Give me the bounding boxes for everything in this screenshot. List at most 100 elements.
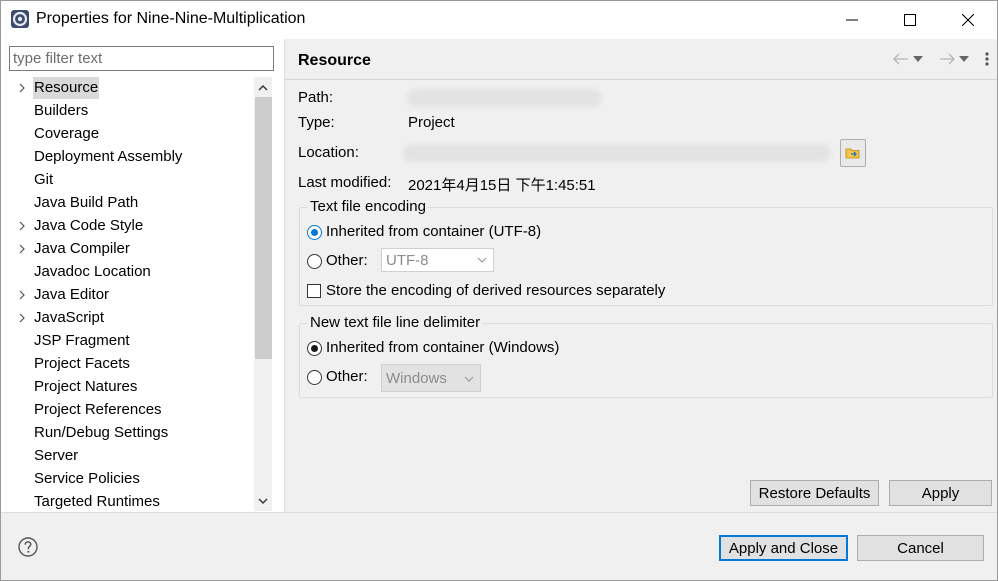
- chevron-right-icon[interactable]: [17, 77, 27, 99]
- tree-item[interactable]: Java Code Style: [9, 215, 253, 237]
- tree-item[interactable]: Java Compiler: [9, 238, 253, 260]
- tree-item-label: Targeted Runtimes: [34, 493, 160, 510]
- tree-item[interactable]: Server: [9, 445, 253, 467]
- property-pages-tree: Resource Builders Coverage Deployment Assem…: [9, 77, 253, 511]
- tree-item-label: Project References: [34, 401, 162, 418]
- chevron-down-icon: [477, 257, 487, 263]
- delimiter-other-radio[interactable]: [307, 370, 322, 385]
- chevron-down-icon: [464, 376, 474, 382]
- eclipse-app-icon: [11, 10, 29, 28]
- tree-item-label: JavaScript: [34, 309, 105, 326]
- tree-item[interactable]: Project Facets: [9, 353, 253, 375]
- property-pages-panel: Resource Builders Coverage Deployment Assem…: [1, 39, 285, 512]
- history-nav: [893, 51, 989, 67]
- tree-item-label: Java Code Style: [34, 217, 144, 234]
- delimiter-inherited-label: Inherited from container (Windows): [326, 339, 560, 356]
- path-label: Path:: [298, 89, 334, 106]
- delimiter-inherited-radio[interactable]: [307, 341, 322, 356]
- tree-item[interactable]: Deployment Assembly: [9, 146, 253, 168]
- dialog-button-bar: Apply and Close Cancel: [1, 512, 997, 580]
- tree-item-label: Server: [34, 447, 79, 464]
- delimiter-other-select-value: Windows: [386, 370, 447, 387]
- tree-item[interactable]: Coverage: [9, 123, 253, 145]
- chevron-right-icon[interactable]: [17, 238, 27, 260]
- maximize-button[interactable]: [881, 1, 939, 39]
- view-menu-icon[interactable]: [985, 52, 989, 66]
- back-arrow-icon[interactable]: [893, 53, 909, 65]
- tree-item-label: Service Policies: [34, 470, 140, 487]
- tree-item[interactable]: Java Build Path: [9, 192, 253, 214]
- tree-item-label: Java Editor: [34, 286, 110, 303]
- text-file-encoding-title: Text file encoding: [308, 198, 428, 215]
- tree-item-label: Deployment Assembly: [34, 148, 183, 165]
- tree-item[interactable]: Builders: [9, 100, 253, 122]
- tree-item[interactable]: Git: [9, 169, 253, 191]
- tree-item[interactable]: Javadoc Location: [9, 261, 253, 283]
- tree-item-label: Coverage: [34, 125, 100, 142]
- apply-and-close-button[interactable]: Apply and Close: [719, 535, 848, 561]
- encoding-other-label: Other:: [326, 252, 368, 269]
- forward-arrow-icon[interactable]: [939, 53, 955, 65]
- help-icon[interactable]: [18, 537, 38, 557]
- path-value-redacted: [407, 89, 602, 107]
- chevron-right-icon[interactable]: [17, 307, 27, 329]
- delimiter-other-select[interactable]: Windows: [381, 364, 481, 392]
- scroll-down-arrow[interactable]: [254, 492, 272, 510]
- tree-item[interactable]: Resource: [9, 77, 253, 99]
- tree-item[interactable]: JavaScript: [9, 307, 253, 329]
- folder-open-icon: [845, 148, 860, 159]
- chevron-up-icon: [258, 84, 268, 90]
- maximize-icon: [904, 14, 916, 26]
- tree-item[interactable]: Java Editor: [9, 284, 253, 306]
- encoding-inherited-label: Inherited from container (UTF-8): [326, 223, 542, 240]
- title-bar: Properties for Nine-Nine-Multiplication: [1, 1, 997, 39]
- tree-scrollbar[interactable]: [254, 77, 272, 511]
- minimize-icon: [846, 19, 858, 21]
- location-label: Location:: [298, 144, 359, 161]
- scroll-up-arrow[interactable]: [254, 78, 272, 96]
- tree-item[interactable]: JSP Fragment: [9, 330, 253, 352]
- chevron-down-icon: [258, 498, 268, 504]
- close-button[interactable]: [939, 1, 997, 39]
- store-derived-encoding-checkbox[interactable]: [307, 284, 321, 298]
- type-value: Project: [408, 114, 455, 131]
- chevron-right-icon[interactable]: [17, 284, 27, 306]
- line-delimiter-title: New text file line delimiter: [308, 314, 483, 331]
- minimize-button[interactable]: [823, 1, 881, 39]
- forward-menu-dropdown-icon[interactable]: [959, 56, 969, 62]
- show-in-system-explorer-button[interactable]: [840, 139, 866, 167]
- delimiter-other-label: Other:: [326, 368, 368, 385]
- tree-item-label: Project Natures: [34, 378, 138, 395]
- encoding-inherited-radio[interactable]: [307, 225, 322, 240]
- back-menu-dropdown-icon[interactable]: [913, 56, 923, 62]
- scroll-thumb[interactable]: [255, 97, 272, 359]
- store-derived-encoding-label: Store the encoding of derived resources …: [326, 282, 666, 299]
- window-title: Properties for Nine-Nine-Multiplication: [36, 10, 306, 27]
- last-modified-label: Last modified:: [298, 174, 392, 191]
- tree-item[interactable]: Project Natures: [9, 376, 253, 398]
- tree-item-label: Javadoc Location: [34, 263, 151, 280]
- encoding-other-select[interactable]: UTF-8: [381, 248, 494, 272]
- tree-item-label: Resource: [33, 77, 100, 99]
- tree-item-label: Project Facets: [34, 355, 130, 372]
- tree-item-label: Git: [34, 171, 54, 188]
- text-file-encoding-group: Text file encoding Inherited from contai…: [299, 198, 993, 306]
- properties-dialog: Properties for Nine-Nine-Multiplication …: [0, 0, 998, 581]
- tree-item-label: Java Compiler: [34, 240, 130, 257]
- close-icon: [962, 14, 974, 26]
- encoding-other-radio[interactable]: [307, 254, 322, 269]
- tree-item[interactable]: Service Policies: [9, 468, 253, 490]
- chevron-right-icon[interactable]: [17, 215, 27, 237]
- filter-input[interactable]: [9, 46, 274, 71]
- type-label: Type:: [298, 114, 335, 131]
- line-delimiter-group: New text file line delimiter Inherited f…: [299, 314, 993, 398]
- last-modified-value: 2021年4月15日 下午1:45:51: [408, 177, 596, 194]
- cancel-button[interactable]: Cancel: [857, 535, 984, 561]
- restore-defaults-button[interactable]: Restore Defaults: [750, 480, 879, 506]
- tree-item[interactable]: Project References: [9, 399, 253, 421]
- tree-item-label: Java Build Path: [34, 194, 139, 211]
- encoding-other-select-value: UTF-8: [386, 252, 429, 269]
- apply-button[interactable]: Apply: [889, 480, 992, 506]
- tree-item[interactable]: Run/Debug Settings: [9, 422, 253, 444]
- tree-item[interactable]: Targeted Runtimes: [9, 491, 253, 511]
